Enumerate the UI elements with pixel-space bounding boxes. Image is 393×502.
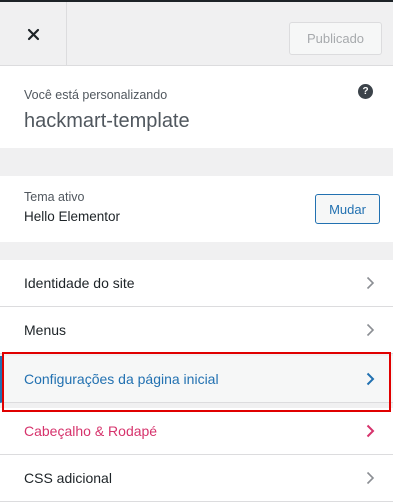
menu-item-site-identity[interactable]: Identidade do site bbox=[0, 260, 393, 307]
change-theme-button[interactable]: Mudar bbox=[315, 194, 380, 224]
chevron-right-icon bbox=[366, 372, 375, 386]
menu-item-label: Menus bbox=[24, 322, 67, 338]
customizer-panel: Publicado Você está personalizando hackm… bbox=[0, 0, 393, 502]
customizer-header: Publicado bbox=[0, 0, 393, 66]
customizing-label: Você está personalizando bbox=[24, 88, 168, 102]
chevron-right-icon bbox=[366, 276, 375, 290]
site-title: hackmart-template bbox=[24, 110, 190, 132]
menu-item-header-footer[interactable]: Cabeçalho & Rodapé bbox=[0, 408, 393, 455]
chevron-right-icon bbox=[366, 424, 375, 438]
menu-item-label: CSS adicional bbox=[24, 470, 112, 486]
active-theme-section: Tema ativo Hello Elementor Mudar bbox=[0, 176, 393, 242]
menu-item-label: Configurações da página inicial bbox=[24, 371, 219, 387]
active-theme-label: Tema ativo bbox=[24, 190, 85, 204]
menu-item-additional-css[interactable]: CSS adicional bbox=[0, 455, 393, 502]
close-button[interactable] bbox=[0, 2, 67, 66]
publish-button[interactable]: Publicado bbox=[289, 22, 382, 55]
chevron-right-icon bbox=[366, 323, 375, 337]
help-icon[interactable]: ? bbox=[358, 84, 373, 99]
active-theme-name: Hello Elementor bbox=[24, 209, 121, 224]
customizing-info: Você está personalizando hackmart-templa… bbox=[0, 66, 393, 148]
menu-item-homepage-settings[interactable]: Configurações da página inicial bbox=[0, 356, 393, 403]
close-icon bbox=[27, 28, 39, 40]
chevron-right-icon bbox=[366, 471, 375, 485]
menu-item-label: Cabeçalho & Rodapé bbox=[24, 423, 158, 439]
menu-item-menus[interactable]: Menus bbox=[0, 307, 393, 354]
menu-item-label: Identidade do site bbox=[24, 275, 135, 291]
